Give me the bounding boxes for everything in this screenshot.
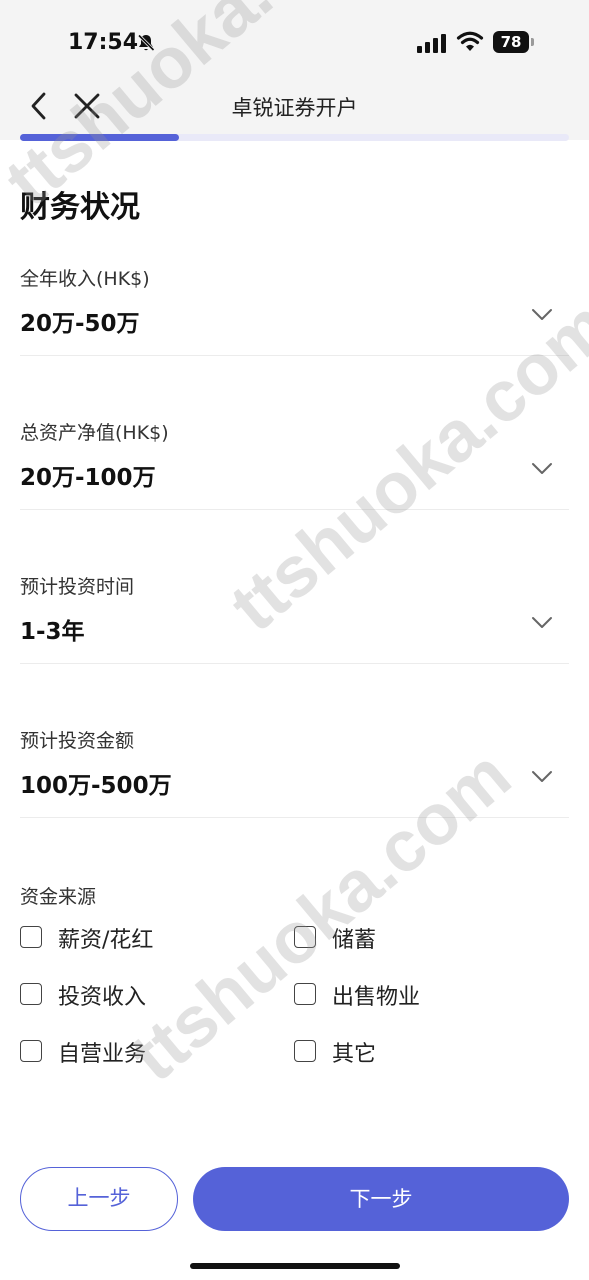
fund-source-option[interactable]: 出售物业 <box>294 977 554 1011</box>
status-bar: 17:54 78 <box>0 0 589 86</box>
cellular-signal-icon <box>417 33 449 53</box>
wifi-icon <box>456 31 484 53</box>
field-value: 20万-100万 <box>20 465 156 491</box>
progress-bar <box>20 134 569 141</box>
checkbox[interactable] <box>294 926 316 948</box>
fund-sources-label: 资金来源 <box>20 886 97 908</box>
status-time: 17:54 <box>68 30 139 55</box>
checkbox[interactable] <box>294 1040 316 1062</box>
chevron-down-icon <box>532 617 552 628</box>
next-step-button[interactable]: 下一步 <box>193 1167 569 1231</box>
fund-source-option[interactable]: 储蓄 <box>294 920 554 954</box>
investment-period-select[interactable]: 预计投资时间 1-3年 <box>20 572 569 664</box>
option-label: 自营业务 <box>58 1042 147 1067</box>
fund-source-option[interactable]: 薪资/花红 <box>20 920 280 954</box>
option-label: 投资收入 <box>58 985 147 1010</box>
investment-amount-select[interactable]: 预计投资金额 100万-500万 <box>20 726 569 818</box>
option-label: 其它 <box>332 1042 377 1067</box>
checkbox[interactable] <box>20 926 42 948</box>
prev-step-button[interactable]: 上一步 <box>20 1167 178 1231</box>
checkbox[interactable] <box>20 1040 42 1062</box>
section-title: 财务状况 <box>20 190 140 225</box>
net-assets-select[interactable]: 总资产净值(HK$) 20万-100万 <box>20 418 569 510</box>
chevron-down-icon <box>532 309 552 320</box>
nav-bar: 卓锐证券开户 <box>0 80 589 132</box>
checkbox[interactable] <box>20 983 42 1005</box>
field-label: 全年收入(HK$) <box>20 268 150 290</box>
field-value: 1-3年 <box>20 619 85 645</box>
bell-muted-icon <box>136 33 156 53</box>
field-value: 100万-500万 <box>20 773 172 799</box>
chevron-down-icon <box>532 463 552 474</box>
page-title: 卓锐证券开户 <box>231 96 358 120</box>
checkbox[interactable] <box>294 983 316 1005</box>
home-indicator <box>190 1263 400 1269</box>
fund-source-option[interactable]: 自营业务 <box>20 1034 280 1068</box>
option-label: 薪资/花红 <box>58 928 154 953</box>
progress-fill <box>20 134 180 141</box>
fund-source-option[interactable]: 投资收入 <box>20 977 280 1011</box>
field-label: 预计投资金额 <box>20 730 135 752</box>
chevron-down-icon <box>532 771 552 782</box>
field-value: 20万-50万 <box>20 311 140 337</box>
field-label: 预计投资时间 <box>20 576 135 598</box>
annual-income-select[interactable]: 全年收入(HK$) 20万-50万 <box>20 264 569 356</box>
option-label: 出售物业 <box>332 985 421 1010</box>
battery-cap <box>531 38 534 46</box>
option-label: 储蓄 <box>332 928 377 953</box>
battery-level: 78 <box>493 31 529 53</box>
battery-icon: 78 <box>493 31 535 53</box>
field-label: 总资产净值(HK$) <box>20 422 169 444</box>
fund-source-option[interactable]: 其它 <box>294 1034 554 1068</box>
